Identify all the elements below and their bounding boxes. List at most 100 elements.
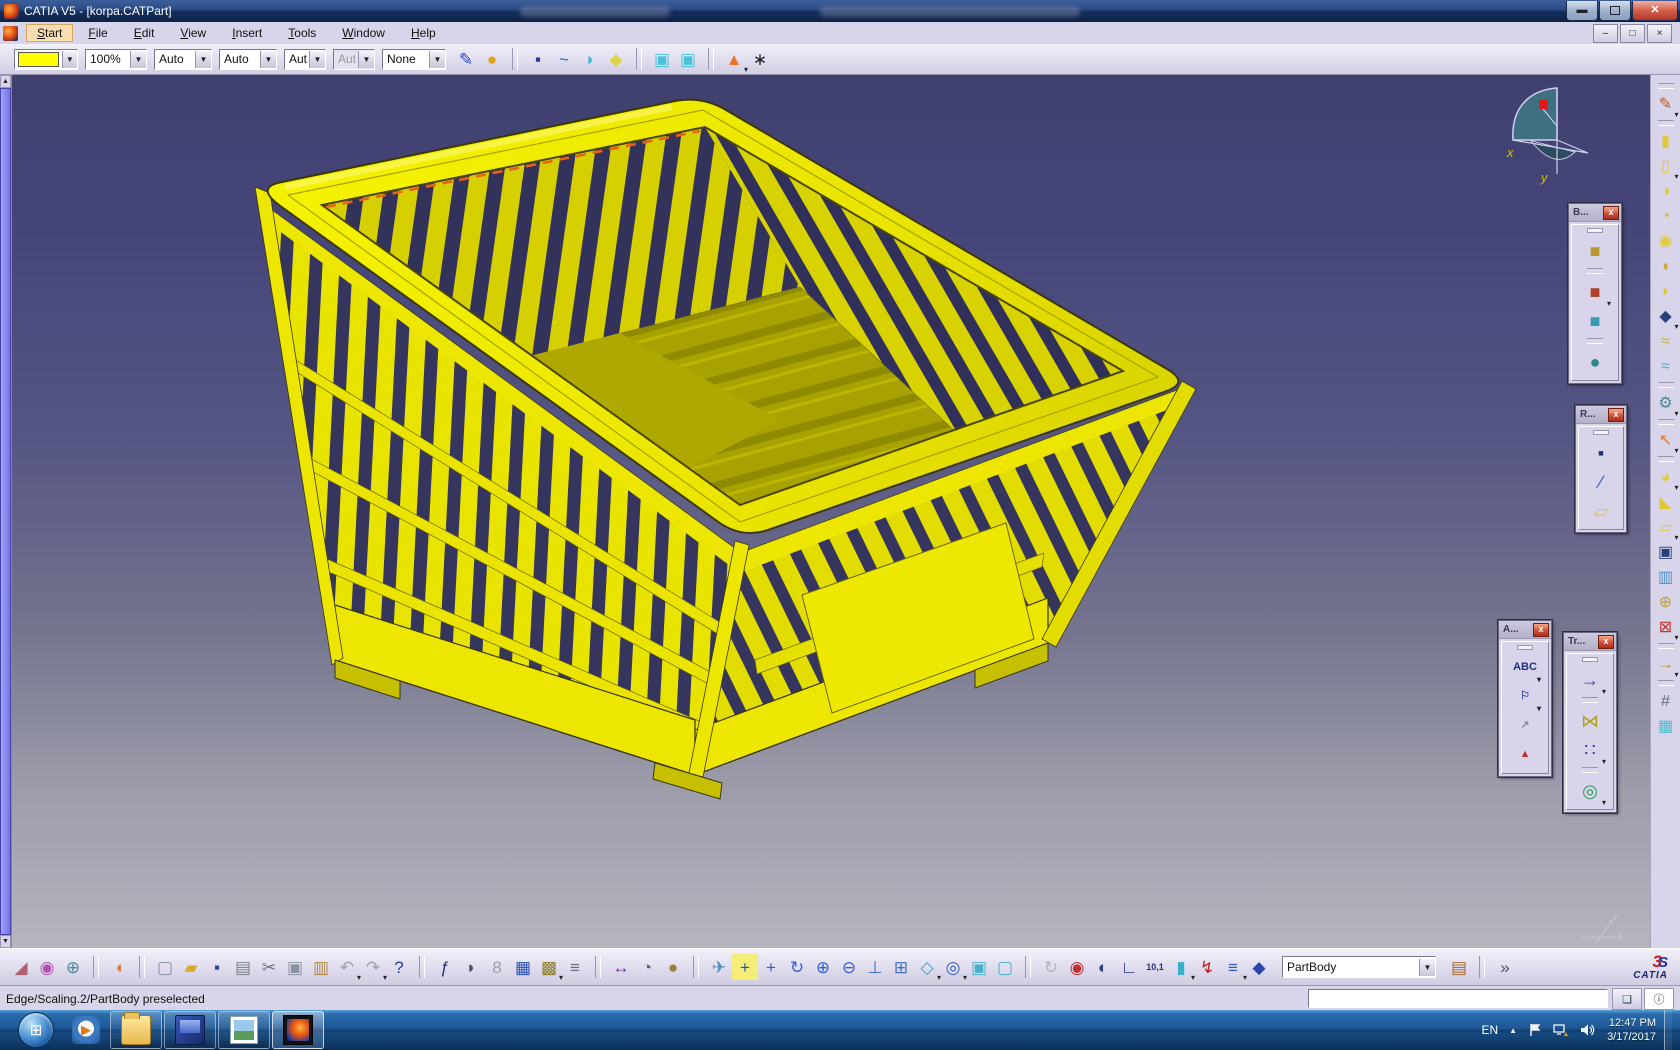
basket-model[interactable]: x z	[0, 75, 1680, 948]
taskbar-clock[interactable]: 12:47 PM 3/17/2017	[1607, 1016, 1656, 1044]
equivalent-dimensions-icon[interactable]: ≡	[562, 954, 588, 980]
media-player-taskbar-button[interactable]: ▶	[64, 1011, 108, 1049]
remove-body-icon[interactable]: ■	[1580, 306, 1610, 335]
menu-tools[interactable]: Tools	[277, 24, 327, 42]
shading-mode-icon[interactable]: ▣	[966, 954, 992, 980]
text-with-leader-icon[interactable]: ABC▾	[1510, 653, 1540, 682]
fill-color-combo[interactable]: ▼	[14, 49, 78, 70]
toolbar-grip[interactable]	[693, 956, 699, 978]
save-icon[interactable]: ▪	[204, 954, 230, 980]
draft-analysis-icon[interactable]: ⊕	[60, 954, 86, 980]
shell-icon[interactable]: ▣	[1654, 540, 1678, 565]
toolbar-grip[interactable]	[1658, 120, 1674, 126]
toolbar-grip[interactable]	[636, 48, 642, 70]
swap-visible-space-icon[interactable]: ▮▾	[1168, 954, 1194, 980]
flag-note-icon[interactable]: ⚐▾	[1510, 682, 1540, 711]
knowledge-inspector-icon[interactable]: 8	[484, 954, 510, 980]
rectangular-pattern-icon[interactable]: ∷▾	[1575, 735, 1605, 764]
print-icon[interactable]: ▤	[230, 954, 256, 980]
update-icon[interactable]: ↻	[1038, 954, 1064, 980]
mirror-icon[interactable]: ⋈	[1575, 706, 1605, 735]
thickness-icon[interactable]: ▥	[1654, 565, 1678, 590]
isometric-view-icon[interactable]: ◇▾	[914, 954, 940, 980]
toolbar-grip[interactable]	[1658, 643, 1674, 649]
hole-icon[interactable]: ◉	[1654, 229, 1678, 254]
curvature-analysis-icon[interactable]: ◉	[34, 954, 60, 980]
toolbar-grip[interactable]	[1658, 83, 1674, 89]
catia-app-taskbar-button[interactable]	[272, 1011, 324, 1049]
menu-start[interactable]: Start	[26, 24, 73, 42]
toolbar-grip[interactable]	[1658, 382, 1674, 388]
start-orb-taskbar-button[interactable]: ⊞	[10, 1011, 62, 1049]
pan-icon[interactable]: +	[758, 954, 784, 980]
scroll-down-icon[interactable]: ▼	[0, 935, 11, 948]
show-hidden-icons-chevron[interactable]: ▲	[1509, 1026, 1517, 1035]
point-style-combo[interactable]: Aut▼	[284, 49, 326, 70]
toolbar-grip[interactable]	[1582, 697, 1598, 703]
chevron-down-icon[interactable]: ▼	[309, 51, 325, 68]
thread-tap-icon[interactable]: ⊕	[1654, 590, 1678, 615]
rib-icon[interactable]: ◖	[1654, 254, 1678, 279]
dialog-toggle-button[interactable]: ❑	[1612, 988, 1642, 1010]
edge-fillet-icon[interactable]: ◕▾	[1654, 465, 1678, 490]
new-document-icon[interactable]: ▢	[152, 954, 178, 980]
chevron-down-icon[interactable]: ▼	[260, 51, 276, 68]
toolbar-grip[interactable]	[1658, 456, 1674, 462]
toolbar-grip[interactable]	[1658, 680, 1674, 686]
toolbar-grip[interactable]	[93, 956, 99, 978]
sketch-tracer-icon[interactable]: ∗	[747, 46, 773, 72]
measure-between-icon[interactable]: ↔	[608, 954, 634, 980]
transformation-icon[interactable]: →▾	[1654, 652, 1678, 677]
toolbar-grip[interactable]	[419, 956, 425, 978]
chevron-down-icon[interactable]: ▾	[1602, 799, 1606, 807]
remote-desktop-taskbar-button[interactable]	[164, 1011, 216, 1049]
close-icon[interactable]: x	[1603, 206, 1619, 220]
boundary-icon[interactable]: ◖	[106, 954, 132, 980]
design-table-icon[interactable]: ▦	[510, 954, 536, 980]
normal-view-icon[interactable]: ⊥	[862, 954, 888, 980]
chevron-down-icon[interactable]: ▾	[1674, 111, 1678, 119]
slot-icon[interactable]: ◗	[1654, 279, 1678, 304]
file-explorer-taskbar-button[interactable]	[110, 1011, 162, 1049]
network-status-icon[interactable]	[1553, 1023, 1569, 1037]
viewport-scrollbar[interactable]: ▲ ▼	[0, 75, 12, 948]
language-indicator[interactable]: EN	[1481, 1023, 1498, 1037]
chevron-down-icon[interactable]: ▾	[1602, 688, 1606, 696]
close-button[interactable]: ✕	[1632, 1, 1678, 21]
tools-gear-icon[interactable]: ⚙▾	[1654, 391, 1678, 416]
measure-item-icon[interactable]: ◔	[634, 954, 660, 980]
chevron-down-icon[interactable]: ▾	[1674, 447, 1678, 455]
annotation-view-icon[interactable]: ↗	[1510, 711, 1540, 740]
line-type-combo[interactable]: Auto▼	[219, 49, 277, 70]
toolbar-title-bar[interactable]: R... x	[1576, 406, 1626, 424]
constraint-box-icon[interactable]: ▦	[1654, 714, 1678, 739]
toolbar-grip[interactable]	[1582, 767, 1598, 773]
copy-icon[interactable]: ▣	[282, 954, 308, 980]
pocket-icon[interactable]: ▯▾	[1654, 154, 1678, 179]
volume-icon[interactable]: ◆	[603, 46, 629, 72]
translation-icon[interactable]: →▾	[1575, 665, 1605, 694]
fly-mode-icon[interactable]: ✈	[706, 954, 732, 980]
line-weight-combo[interactable]: Auto▼	[154, 49, 212, 70]
paste-icon[interactable]: ▥	[308, 954, 334, 980]
select-face-propagation-icon[interactable]: ▣	[675, 46, 701, 72]
comment-icon[interactable]: ◗	[458, 954, 484, 980]
minimize-button[interactable]: ▬	[1566, 1, 1598, 21]
redo-icon[interactable]: ↷▾	[360, 954, 386, 980]
part-selection-icon[interactable]: ▲▾	[721, 46, 747, 72]
chevron-down-icon[interactable]: ▼	[62, 51, 77, 68]
transparency-combo[interactable]: 100%▼	[85, 49, 147, 70]
pad-icon[interactable]: ▮	[1654, 129, 1678, 154]
datum-target-icon[interactable]: ▲	[1510, 740, 1540, 769]
chevron-down-icon[interactable]: ▾	[1674, 410, 1678, 418]
fit-all-in-icon[interactable]: +	[732, 954, 758, 980]
toolbar-grip[interactable]	[708, 48, 714, 70]
sketcher-icon[interactable]: ✎▾	[1654, 92, 1678, 117]
multi-section-solid-icon[interactable]: ≈	[1654, 329, 1678, 354]
mdi-restore-button[interactable]: □	[1620, 24, 1645, 43]
close-icon[interactable]: x	[1608, 408, 1624, 422]
open-icon[interactable]: ▰	[178, 954, 204, 980]
toolbar-grip[interactable]	[1587, 338, 1603, 344]
more-tools-chevron[interactable]: »	[1492, 954, 1518, 980]
chevron-down-icon[interactable]: ▼	[195, 51, 211, 68]
